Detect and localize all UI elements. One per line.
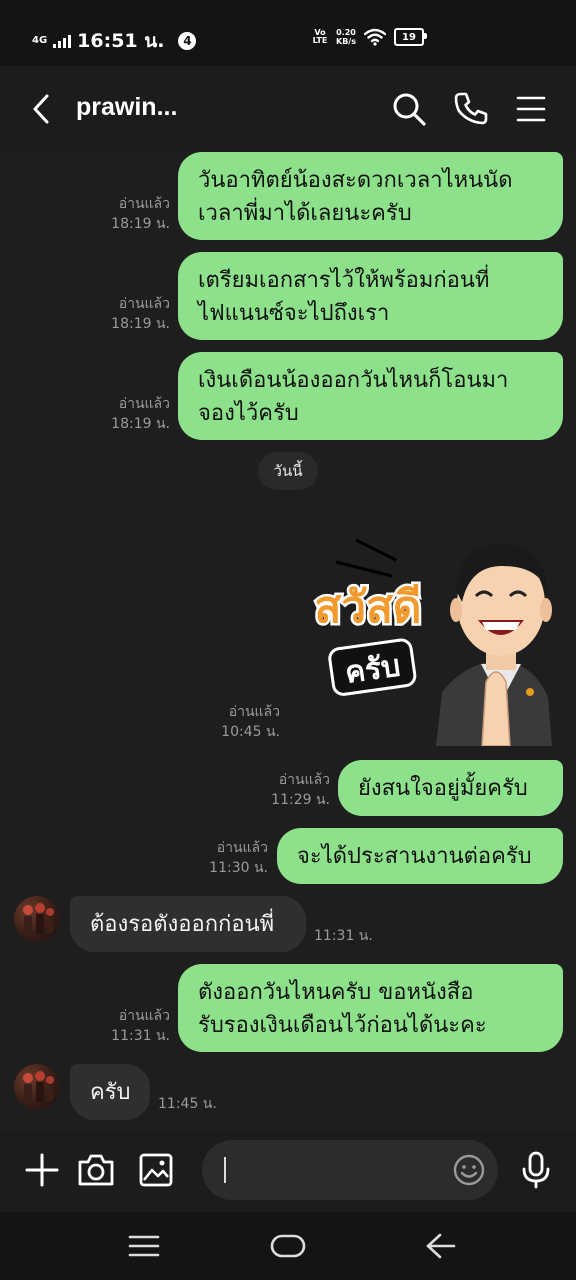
avatar-image (23, 903, 54, 934)
plus-icon[interactable] (22, 1150, 62, 1190)
speed-value: 0.20 (336, 28, 356, 37)
chat-messages: อ่านแล้ว 18:19 น. วันอาทิตย์น้องสะดวกเวล… (0, 140, 576, 1132)
message-input[interactable] (202, 1140, 498, 1200)
chat-title[interactable]: prawin... (76, 93, 177, 122)
system-navigation-bar (0, 1212, 576, 1280)
battery-icon: 19 (393, 28, 427, 46)
message-time: 11:30 น. (209, 860, 268, 876)
status-bar: 4G 16:51 น. 4 Vo LTE 0.20 KB/s 19 (0, 0, 576, 66)
message-bubble-outgoing[interactable]: จะได้ประสานงานต่อครับ (277, 828, 563, 884)
message-meta: อ่านแล้ว 11:30 น. (194, 838, 268, 878)
avatar-image (23, 1071, 54, 1102)
message-line: ตังออกวันไหนครับ ขอหนังสือ (198, 980, 474, 1005)
message-line: รับรองเงินเดือนไว้ก่อนได้นะคะ (198, 1013, 487, 1038)
back-nav-icon[interactable] (420, 1230, 460, 1262)
message-line: จองไว้ครับ (198, 401, 299, 426)
message-line: ไฟแนนซ์จะไปถึงเรา (198, 301, 390, 326)
message-line: เตรียมเอกสารไว้ให้พร้อมก่อนที่ (198, 268, 490, 293)
read-receipt: อ่านแล้ว (118, 1008, 170, 1024)
read-receipt: อ่านแล้ว (118, 396, 170, 412)
message-line: ยังสนใจอยู่มั้ยครับ (358, 776, 528, 801)
avatar[interactable] (14, 896, 60, 942)
message-meta: อ่านแล้ว 11:29 น. (256, 770, 330, 810)
message-bubble-incoming[interactable]: ต้องรอตังออกก่อนพี่ (70, 896, 306, 952)
emoji-icon[interactable] (452, 1153, 486, 1187)
message-bubble-outgoing[interactable]: ยังสนใจอยู่มั้ยครับ (338, 760, 563, 816)
network-speed: 0.20 KB/s (336, 28, 356, 46)
message-time: 18:19 น. (111, 416, 170, 432)
signal-icon (53, 34, 72, 48)
message-line: ต้องรอตังออกก่อนพี่ (90, 912, 275, 937)
message-line: ครับ (90, 1080, 131, 1105)
message-meta: อ่านแล้ว 10:45 น. (206, 702, 280, 742)
message-meta: อ่านแล้ว 18:19 น. (96, 394, 170, 434)
message-bubble-outgoing[interactable]: เงินเดือนน้องออกวันไหนก็โอนมา จองไว้ครับ (178, 352, 563, 440)
read-receipt: อ่านแล้ว (228, 704, 280, 720)
message-line: เงินเดือนน้องออกวันไหนก็โอนมา (198, 368, 509, 393)
battery-level: 19 (402, 31, 416, 43)
message-bubble-incoming[interactable]: ครับ (70, 1064, 150, 1120)
read-receipt: อ่านแล้ว (278, 772, 330, 788)
message-line: จะได้ประสานงานต่อครับ (297, 844, 532, 869)
read-receipt: อ่านแล้ว (118, 196, 170, 212)
message-meta: อ่านแล้ว 18:19 น. (96, 194, 170, 234)
home-icon[interactable] (268, 1230, 308, 1262)
message-meta: อ่านแล้ว 11:31 น. (96, 1006, 170, 1046)
speed-unit: KB/s (336, 37, 356, 46)
message-bubble-outgoing[interactable]: ตังออกวันไหนครับ ขอหนังสือ รับรองเงินเดื… (178, 964, 563, 1052)
message-time: 10:45 น. (221, 724, 280, 740)
message-composer (0, 1132, 576, 1212)
sticker-text-top: สวัสดี (315, 582, 422, 633)
avatar[interactable] (14, 1064, 60, 1110)
message-line: วันอาทิตย์น้องสะดวกเวลาไหนนัด (198, 168, 513, 193)
date-separator: วันนี้ (258, 452, 318, 490)
recent-apps-icon[interactable] (124, 1230, 164, 1262)
message-line: เวลาพี่มาได้เลยนะครับ (198, 201, 412, 226)
camera-icon[interactable] (76, 1150, 116, 1190)
message-time: 18:19 น. (111, 216, 170, 232)
message-time: 11:31 น. (314, 928, 373, 944)
notification-count-badge: 4 (178, 32, 197, 50)
text-cursor (224, 1157, 226, 1183)
message-time: 11:31 น. (111, 1028, 170, 1044)
back-arrow-icon[interactable] (24, 91, 60, 127)
message-bubble-outgoing[interactable]: เตรียมเอกสารไว้ให้พร้อมก่อนที่ ไฟแนนซ์จะ… (178, 252, 563, 340)
image-icon[interactable] (136, 1150, 176, 1190)
menu-icon[interactable] (512, 90, 550, 128)
volte-indicator: Vo LTE (312, 28, 328, 45)
phone-call-icon[interactable] (452, 90, 490, 128)
message-time: 11:45 น. (158, 1096, 217, 1112)
search-icon[interactable] (390, 90, 428, 128)
message-meta: อ่านแล้ว 18:19 น. (96, 294, 170, 334)
message-time: 18:19 น. (111, 316, 170, 332)
message-bubble-outgoing[interactable]: วันอาทิตย์น้องสะดวกเวลาไหนนัด เวลาพี่มาไ… (178, 152, 563, 240)
wifi-icon (363, 28, 386, 46)
read-receipt: อ่านแล้ว (118, 296, 170, 312)
sticker-greeting[interactable]: สวัสดี ครับ (296, 532, 552, 746)
message-time: 11:29 น. (271, 792, 330, 808)
microphone-icon[interactable] (516, 1150, 556, 1190)
read-receipt: อ่านแล้ว (216, 840, 268, 856)
clock: 16:51 น. (77, 30, 165, 52)
network-type: 4G (32, 35, 48, 46)
